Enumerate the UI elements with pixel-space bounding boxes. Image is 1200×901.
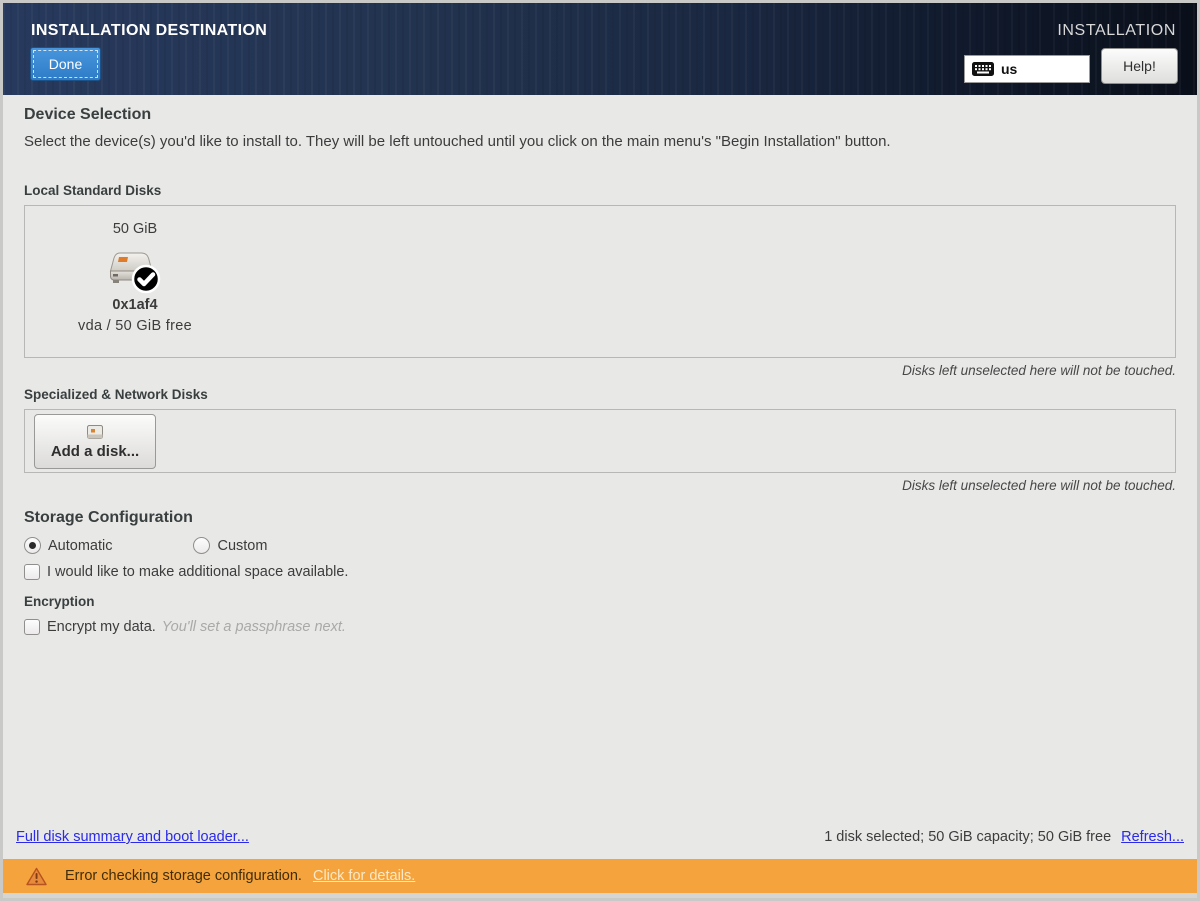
- keyboard-icon: [972, 62, 994, 76]
- keyboard-layout-selector[interactable]: us: [964, 55, 1090, 83]
- hard-disk-icon: [107, 247, 163, 295]
- disk-tile-vda[interactable]: 50 GiB: [55, 216, 215, 351]
- installer-window: INSTALLATION DESTINATION Done INSTALLATI…: [0, 0, 1200, 901]
- error-bar[interactable]: Error checking storage configuration. Cl…: [3, 859, 1197, 893]
- additional-space-row: I would like to make additional space av…: [24, 564, 1176, 580]
- header-bar: INSTALLATION DESTINATION Done INSTALLATI…: [3, 3, 1197, 95]
- radio-automatic[interactable]: [24, 537, 41, 554]
- small-disk-icon: [85, 424, 105, 441]
- radio-custom-label[interactable]: Custom: [217, 538, 267, 554]
- content-spacer: [24, 635, 1176, 829]
- storage-config-heading: Storage Configuration: [24, 509, 1176, 527]
- warning-icon: [26, 867, 47, 886]
- add-disk-label: Add a disk...: [51, 443, 139, 460]
- refresh-link[interactable]: Refresh...: [1121, 829, 1184, 845]
- disk-size: 50 GiB: [113, 221, 157, 237]
- network-disks-note: Disks left unselected here will not be t…: [24, 478, 1176, 493]
- local-disks-panel: 50 GiB: [24, 205, 1176, 358]
- network-disks-heading: Specialized & Network Disks: [24, 387, 1176, 402]
- additional-space-checkbox[interactable]: [24, 564, 40, 580]
- done-button[interactable]: Done: [30, 47, 101, 81]
- network-disks-panel: Add a disk...: [24, 409, 1176, 473]
- encryption-heading: Encryption: [24, 594, 1176, 609]
- bottom-strip: [3, 893, 1197, 898]
- encrypt-row: Encrypt my data. You'll set a passphrase…: [24, 619, 1176, 635]
- encrypt-checkbox[interactable]: [24, 619, 40, 635]
- encrypt-label[interactable]: Encrypt my data.: [47, 619, 156, 635]
- device-selection-description: Select the device(s) you'd like to insta…: [24, 133, 1176, 150]
- error-message: Error checking storage configuration.: [65, 868, 302, 884]
- add-disk-button[interactable]: Add a disk...: [34, 414, 156, 469]
- radio-automatic-label[interactable]: Automatic: [48, 538, 112, 554]
- device-selection-heading: Device Selection: [24, 106, 1176, 124]
- page-title: INSTALLATION DESTINATION: [31, 22, 267, 40]
- error-details-link[interactable]: Click for details.: [313, 868, 415, 884]
- local-disks-note: Disks left unselected here will not be t…: [24, 363, 1176, 378]
- encrypt-hint: You'll set a passphrase next.: [162, 619, 346, 635]
- disk-model: 0x1af4: [112, 297, 157, 313]
- footer-row: Full disk summary and boot loader... 1 d…: [16, 829, 1184, 845]
- disk-details: vda / 50 GiB free: [78, 318, 192, 334]
- keyboard-layout-value: us: [1001, 61, 1017, 77]
- radio-custom[interactable]: [193, 537, 210, 554]
- full-disk-summary-link[interactable]: Full disk summary and boot loader...: [16, 829, 249, 845]
- local-disks-heading: Local Standard Disks: [24, 183, 1176, 198]
- disk-status-text: 1 disk selected; 50 GiB capacity; 50 GiB…: [824, 829, 1111, 845]
- disk-status: 1 disk selected; 50 GiB capacity; 50 GiB…: [824, 829, 1184, 845]
- additional-space-label[interactable]: I would like to make additional space av…: [47, 564, 348, 580]
- help-button[interactable]: Help!: [1101, 48, 1178, 84]
- partitioning-options: Automatic Custom: [24, 537, 1176, 554]
- installer-section-title: INSTALLATION: [1057, 22, 1176, 40]
- content-area: Device Selection Select the device(s) yo…: [3, 95, 1197, 859]
